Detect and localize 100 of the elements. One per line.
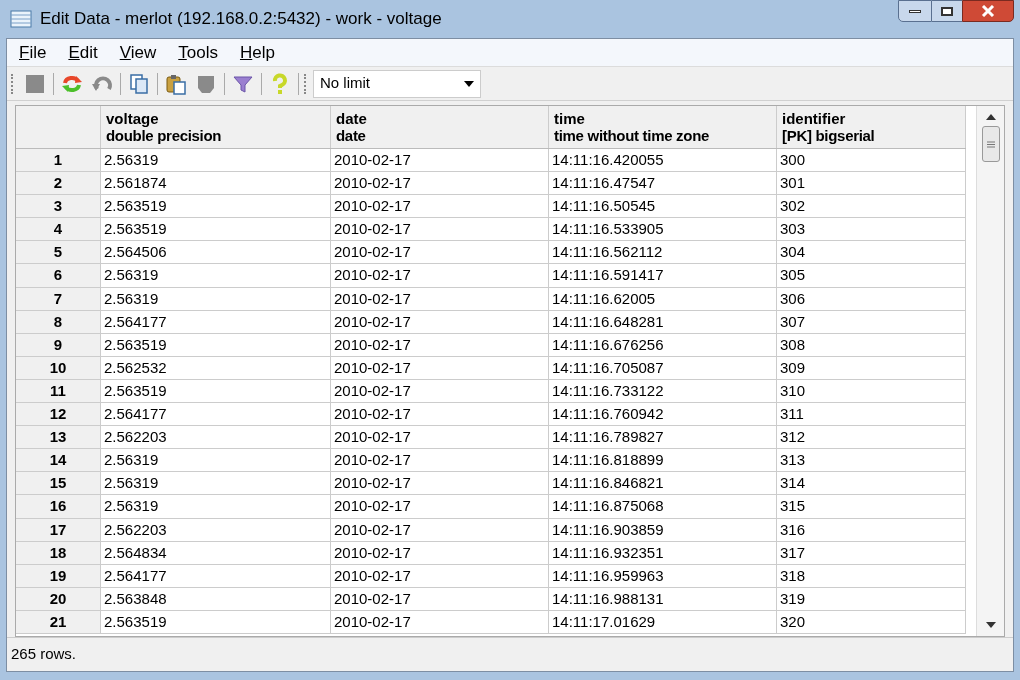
- column-header[interactable]: voltage double precision: [101, 106, 331, 148]
- minimize-button[interactable]: [898, 0, 932, 22]
- menu-item[interactable]: Tools: [178, 39, 218, 66]
- column-header[interactable]: identifier [PK] bigserial: [777, 106, 966, 148]
- table-cell: 2.563519: [101, 379, 331, 403]
- row-number[interactable]: 14: [16, 449, 101, 472]
- table-cell: 313: [777, 449, 966, 472]
- table-cell: 2.563519: [101, 218, 331, 241]
- grip-icon: [986, 140, 995, 148]
- table-icon: [10, 10, 32, 28]
- table-cell: 2010-02-17: [331, 541, 549, 564]
- scroll-thumb[interactable]: [981, 126, 1000, 162]
- row-number[interactable]: 10: [16, 356, 101, 379]
- table-cell: 14:11:16.818899: [549, 449, 777, 472]
- row-number[interactable]: 13: [16, 426, 101, 449]
- table-cell: 307: [777, 310, 966, 333]
- table-cell: 14:11:16.959963: [549, 564, 777, 587]
- row-number[interactable]: 2: [16, 172, 101, 195]
- row-number[interactable]: 8: [16, 310, 101, 333]
- table-cell: 305: [777, 264, 966, 287]
- table-cell: 2010-02-17: [331, 564, 549, 587]
- row-number[interactable]: 3: [16, 195, 101, 218]
- table-cell: 2.562203: [101, 518, 331, 541]
- table-cell: 316: [777, 518, 966, 541]
- row-number[interactable]: 4: [16, 218, 101, 241]
- table-cell: 2.56319: [101, 287, 331, 310]
- menu-item[interactable]: View: [119, 39, 157, 66]
- copy-icon: [128, 72, 150, 95]
- table-cell: 2010-02-17: [331, 310, 549, 333]
- table-cell: 2010-02-17: [331, 172, 549, 195]
- table-cell: 14:11:16.846821: [549, 472, 777, 495]
- column-header[interactable]: date date: [331, 106, 549, 148]
- row-number[interactable]: 16: [16, 495, 101, 518]
- row-number[interactable]: 18: [16, 541, 101, 564]
- scrollbar[interactable]: [976, 106, 1004, 636]
- table-cell: 311: [777, 403, 966, 426]
- table-cell: 2010-02-17: [331, 472, 549, 495]
- table-cell: 2.562203: [101, 426, 331, 449]
- table-cell: 2.564506: [101, 241, 331, 264]
- column-header[interactable]: time time without time zone: [549, 106, 777, 148]
- table-cell: 14:11:16.789827: [549, 426, 777, 449]
- menu-item[interactable]: Help: [239, 39, 275, 66]
- table-cell: 14:11:16.705087: [549, 356, 777, 379]
- table-cell: 302: [777, 195, 966, 218]
- table-cell: 2.56319: [101, 495, 331, 518]
- row-number[interactable]: 17: [16, 518, 101, 541]
- close-button[interactable]: [962, 0, 1014, 22]
- row-number[interactable]: 1: [16, 149, 101, 172]
- table-cell: 300: [777, 149, 966, 172]
- table-cell: 312: [777, 426, 966, 449]
- table-cell: 14:11:16.47547: [549, 172, 777, 195]
- table-cell: 14:11:16.676256: [549, 333, 777, 356]
- table-cell: 2010-02-17: [331, 449, 549, 472]
- table-cell: 314: [777, 472, 966, 495]
- table-cell: 315: [777, 495, 966, 518]
- table-cell: 2.564177: [101, 403, 331, 426]
- row-number[interactable]: 11: [16, 379, 101, 403]
- row-number[interactable]: 20: [16, 587, 101, 610]
- table-cell: 14:11:16.591417: [549, 264, 777, 287]
- table-cell: 317: [777, 541, 966, 564]
- table-cell: 2010-02-17: [331, 518, 549, 541]
- limit-dropdown[interactable]: No limit: [313, 69, 481, 98]
- paste-icon: [165, 72, 187, 95]
- table-cell: 2010-02-17: [331, 333, 549, 356]
- table-cell: 14:11:16.562112: [549, 241, 777, 264]
- table-cell: 2.563519: [101, 195, 331, 218]
- table-cell: 2.56319: [101, 264, 331, 287]
- menu-item[interactable]: Edit: [68, 39, 98, 66]
- table-cell: 14:11:16.760942: [549, 403, 777, 426]
- table-cell: 2010-02-17: [331, 426, 549, 449]
- menu-item[interactable]: File: [19, 39, 47, 66]
- table-cell: 2010-02-17: [331, 218, 549, 241]
- table-cell: 2.563519: [101, 610, 331, 633]
- table-cell: 14:11:16.50545: [549, 195, 777, 218]
- table-cell: 308: [777, 333, 966, 356]
- table-cell: 2.562532: [101, 356, 331, 379]
- maximize-button[interactable]: [932, 0, 962, 22]
- row-number[interactable]: 15: [16, 472, 101, 495]
- row-number[interactable]: 6: [16, 264, 101, 287]
- table-cell: 14:11:16.903859: [549, 518, 777, 541]
- table-cell: 2010-02-17: [331, 287, 549, 310]
- caret-icon: [464, 80, 474, 87]
- row-number[interactable]: 12: [16, 403, 101, 426]
- table-cell: 14:11:16.875068: [549, 495, 777, 518]
- table-cell: 319: [777, 587, 966, 610]
- row-number[interactable]: 7: [16, 287, 101, 310]
- table-cell: 14:11:16.648281: [549, 310, 777, 333]
- scroll-down-icon: [985, 622, 996, 628]
- window-title: Edit Data - merlot (192.168.0.2:5432) - work - voltage: [40, 8, 442, 31]
- table-cell: 2010-02-17: [331, 610, 549, 633]
- table-cell: 2.561874: [101, 172, 331, 195]
- row-number[interactable]: 5: [16, 241, 101, 264]
- row-number[interactable]: 19: [16, 564, 101, 587]
- table-cell: 2.564177: [101, 564, 331, 587]
- table-cell: 304: [777, 241, 966, 264]
- table-cell: 14:11:16.533905: [549, 218, 777, 241]
- table-cell: 14:11:16.988131: [549, 587, 777, 610]
- table-cell: 14:11:17.01629: [549, 610, 777, 633]
- row-number[interactable]: 9: [16, 333, 101, 356]
- row-number[interactable]: 21: [16, 610, 101, 633]
